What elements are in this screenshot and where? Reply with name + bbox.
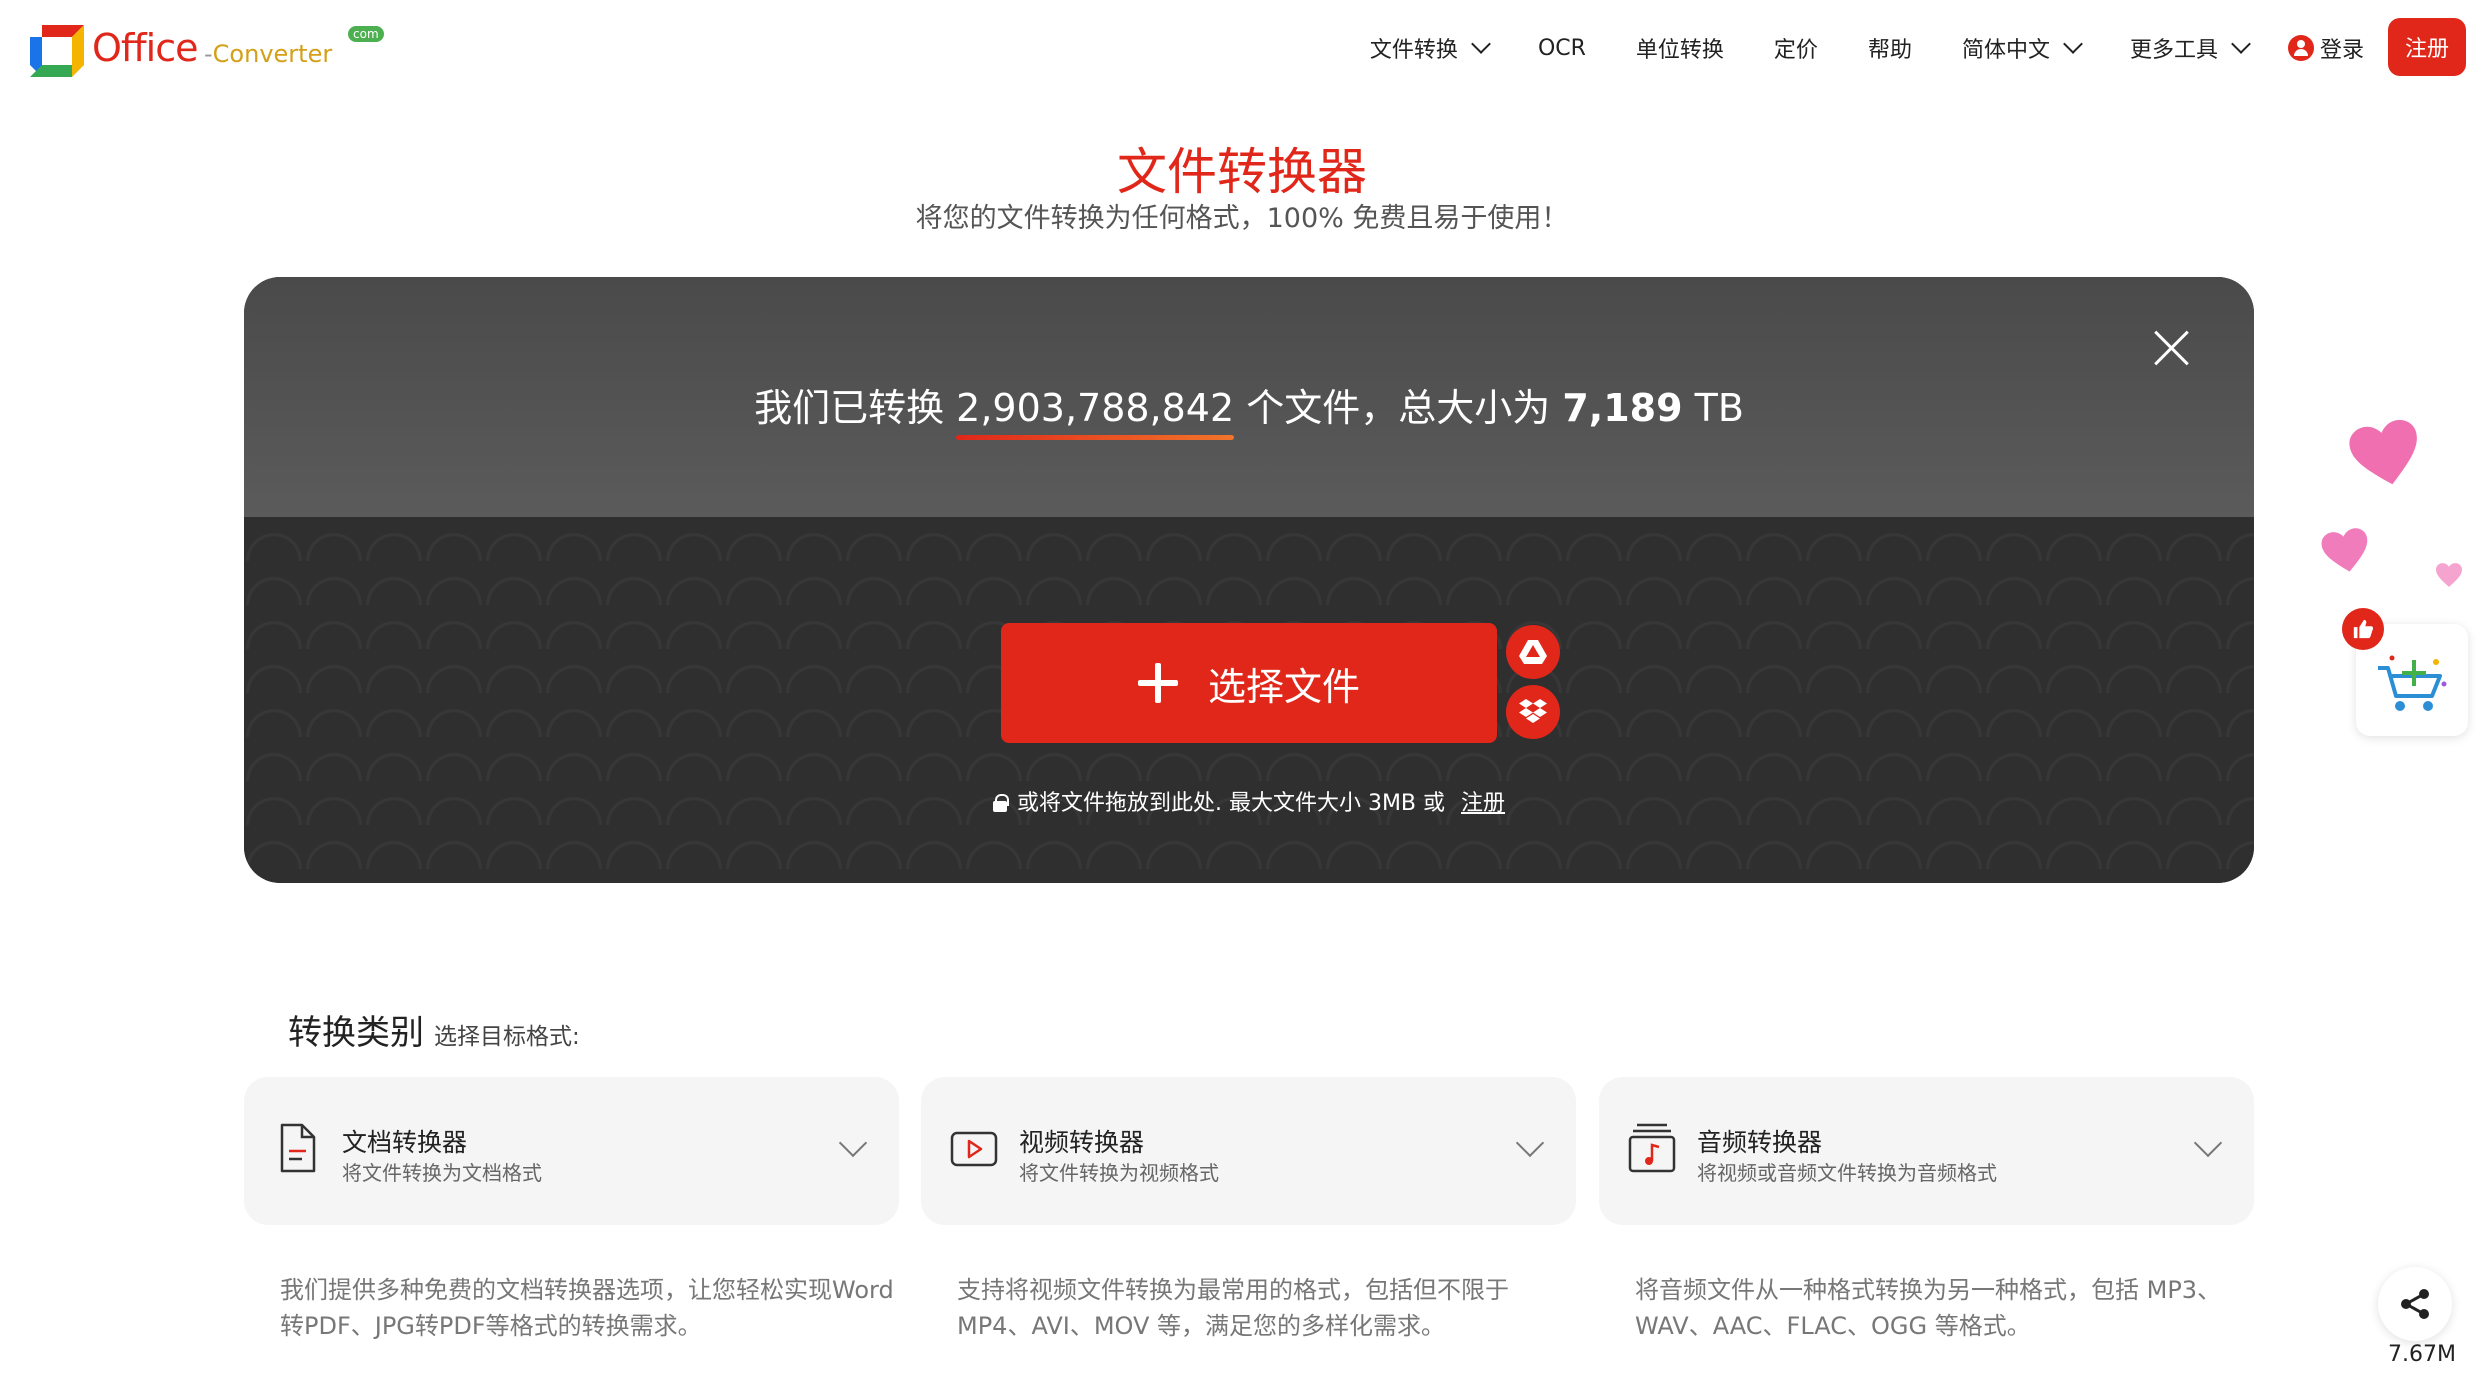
heart-icon xyxy=(2436,563,2462,587)
stats-banner: 我们已转换 2,903,788,842 个文件，总大小为 7,189 TB xyxy=(244,277,2254,517)
share-size: 7.67M xyxy=(2388,1342,2456,1367)
thumbs-up-badge[interactable] xyxy=(2342,608,2384,650)
total-size: 7,189 xyxy=(1562,386,1683,430)
files-count: 2,903,788,842 xyxy=(956,386,1235,440)
nav-file-convert[interactable]: 文件转换 xyxy=(1370,32,1491,64)
upload-panel: 我们已转换 2,903,788,842 个文件，总大小为 7,189 TB 选择… xyxy=(244,277,2254,883)
category-desc: 将视频或音频文件转换为音频格式 xyxy=(1697,1161,1997,1185)
signup-button[interactable]: 注册 xyxy=(2388,18,2466,76)
choose-file-button[interactable]: 选择文件 xyxy=(1001,623,1497,743)
share-button[interactable] xyxy=(2378,1267,2452,1341)
heart-icon xyxy=(2349,420,2417,485)
chevron-down-icon xyxy=(1471,34,1491,54)
thumbs-up-icon xyxy=(2353,619,2374,639)
category-card-document[interactable]: 文档转换器 将文件转换为文档格式 xyxy=(244,1077,899,1225)
google-drive-icon xyxy=(1519,640,1547,664)
dropbox-icon xyxy=(1519,699,1547,723)
logo-product: Converter xyxy=(212,40,333,68)
user-icon xyxy=(2287,35,2314,61)
logo-brand: Office xyxy=(92,26,198,70)
chevron-down-icon xyxy=(1515,1128,1545,1158)
nav-help[interactable]: 帮助 xyxy=(1868,32,1912,64)
dropbox-button[interactable] xyxy=(1506,685,1560,739)
page-subtitle: 将您的文件转换为任何格式，100% 免费且易于使用！ xyxy=(915,203,1569,234)
chevron-down-icon xyxy=(2231,34,2251,54)
share-icon xyxy=(2401,1289,2429,1319)
nav-pricing[interactable]: 定价 xyxy=(1774,32,1818,64)
chevron-down-icon xyxy=(2063,34,2083,54)
logo-com-badge: com xyxy=(348,26,384,42)
drop-note: 或将文件拖放到此处. 最大文件大小 3MB 或注册 xyxy=(244,785,2254,817)
site-logo[interactable]: Office -Converter com xyxy=(28,20,384,80)
site-header: Office -Converter com 文件转换 OCR 单位转换 定价 帮… xyxy=(0,0,2484,96)
category-desc: 将文件转换为视频格式 xyxy=(1019,1161,1219,1185)
nav-ocr[interactable]: OCR xyxy=(1538,36,1586,61)
categories-heading: 转换类别 选择目标格式: xyxy=(288,1013,580,1053)
audio-icon xyxy=(1628,1123,1676,1173)
category-card-video[interactable]: 视频转换器 将文件转换为视频格式 xyxy=(921,1077,1576,1225)
category-name: 视频转换器 xyxy=(1019,1128,1145,1157)
chevron-down-icon xyxy=(838,1128,868,1158)
category-desc: 将文件转换为文档格式 xyxy=(342,1161,542,1185)
plus-icon xyxy=(1137,663,1178,703)
category-detail-document: 我们提供多种免费的文档转换器选项，让您轻松实现Word转PDF、JPG转PDF等… xyxy=(280,1276,894,1340)
conversion-stats: 我们已转换 2,903,788,842 个文件，总大小为 7,189 TB xyxy=(754,386,1744,440)
logo-cube-icon xyxy=(30,25,84,77)
nav-unit-convert[interactable]: 单位转换 xyxy=(1636,32,1724,64)
main-nav: 文件转换 OCR 单位转换 定价 帮助 简体中文 更多工具 登录 xyxy=(1320,30,2364,66)
chevron-down-icon xyxy=(2193,1128,2223,1158)
login-link[interactable]: 登录 xyxy=(2287,32,2364,64)
category-name: 音频转换器 xyxy=(1697,1128,1823,1157)
document-icon xyxy=(280,1123,316,1173)
category-name: 文档转换器 xyxy=(342,1128,468,1157)
google-drive-button[interactable] xyxy=(1506,625,1560,679)
category-card-audio[interactable]: 音频转换器 将视频或音频文件转换为音频格式 xyxy=(1599,1077,2254,1225)
nav-more-tools[interactable]: 更多工具 xyxy=(2130,32,2251,64)
page-title: 文件转换器 xyxy=(1117,143,1367,201)
video-icon xyxy=(950,1131,998,1167)
close-icon[interactable] xyxy=(2152,329,2192,369)
register-link[interactable]: 注册 xyxy=(1461,791,1505,816)
lock-icon xyxy=(992,794,1009,812)
heart-icon xyxy=(2321,528,2368,572)
nav-language[interactable]: 简体中文 xyxy=(1962,32,2083,64)
category-detail-audio: 将音频文件从一种格式转换为另一种格式，包括 MP3、WAV、AAC、FLAC、O… xyxy=(1635,1276,2222,1340)
category-detail-video: 支持将视频文件转换为最常用的格式，包括但不限于MP4、AVI、MOV 等，满足您… xyxy=(957,1276,1509,1340)
categories-subheading: 选择目标格式: xyxy=(434,1024,580,1050)
